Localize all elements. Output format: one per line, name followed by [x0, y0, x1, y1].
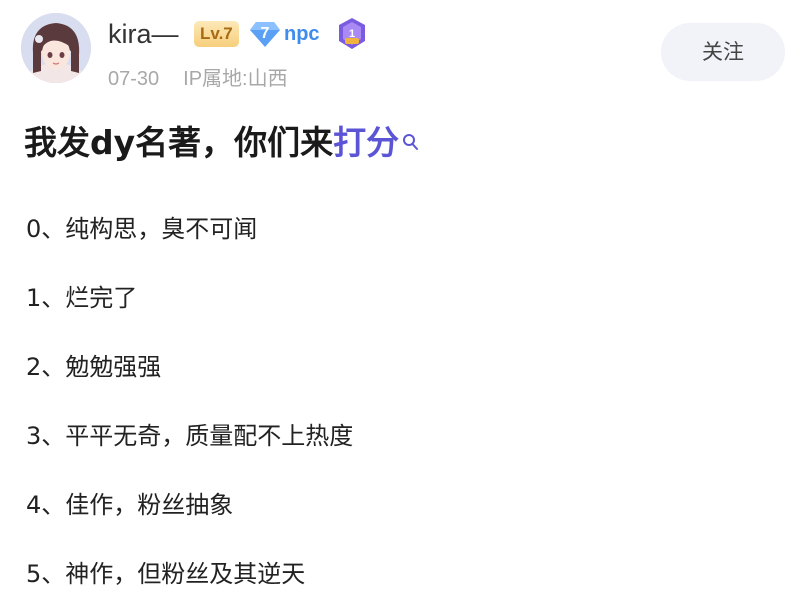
medal-icon: 1 — [336, 17, 368, 51]
post-title: 我发dy名著，你们来打分 — [24, 120, 420, 166]
npc-badge-label: npc — [284, 22, 320, 45]
username[interactable]: kira— — [108, 18, 179, 50]
list-item: 4、佳作，粉丝抽象 — [26, 491, 234, 519]
list-item: 0、纯构思，臭不可闻 — [26, 215, 258, 243]
avatar[interactable] — [21, 13, 91, 83]
search-icon[interactable] — [402, 118, 420, 164]
follow-button[interactable]: 关注 — [661, 23, 785, 81]
list-item: 1、烂完了 — [26, 284, 138, 312]
level-badge: Lv.7 — [194, 21, 239, 47]
post-title-main: 我发dy名著，你们来 — [24, 123, 334, 162]
npc-badge-number: 7 — [260, 25, 270, 42]
npc-badge: 7 npc — [250, 20, 320, 48]
post-meta: 07-30 IP属地:山西 — [108, 66, 288, 92]
list-item: 2、勉勉强强 — [26, 353, 162, 381]
post-date: 07-30 — [108, 68, 160, 90]
search-keyword-link[interactable]: 打分 — [333, 123, 399, 162]
list-item: 5、神作，但粉丝及其逆天 — [26, 560, 306, 588]
medal-number: 1 — [349, 28, 355, 40]
list-item: 3、平平无奇，质量配不上热度 — [26, 422, 354, 450]
diamond-icon: 7 — [250, 20, 280, 48]
ip-location: IP属地:山西 — [183, 68, 288, 90]
